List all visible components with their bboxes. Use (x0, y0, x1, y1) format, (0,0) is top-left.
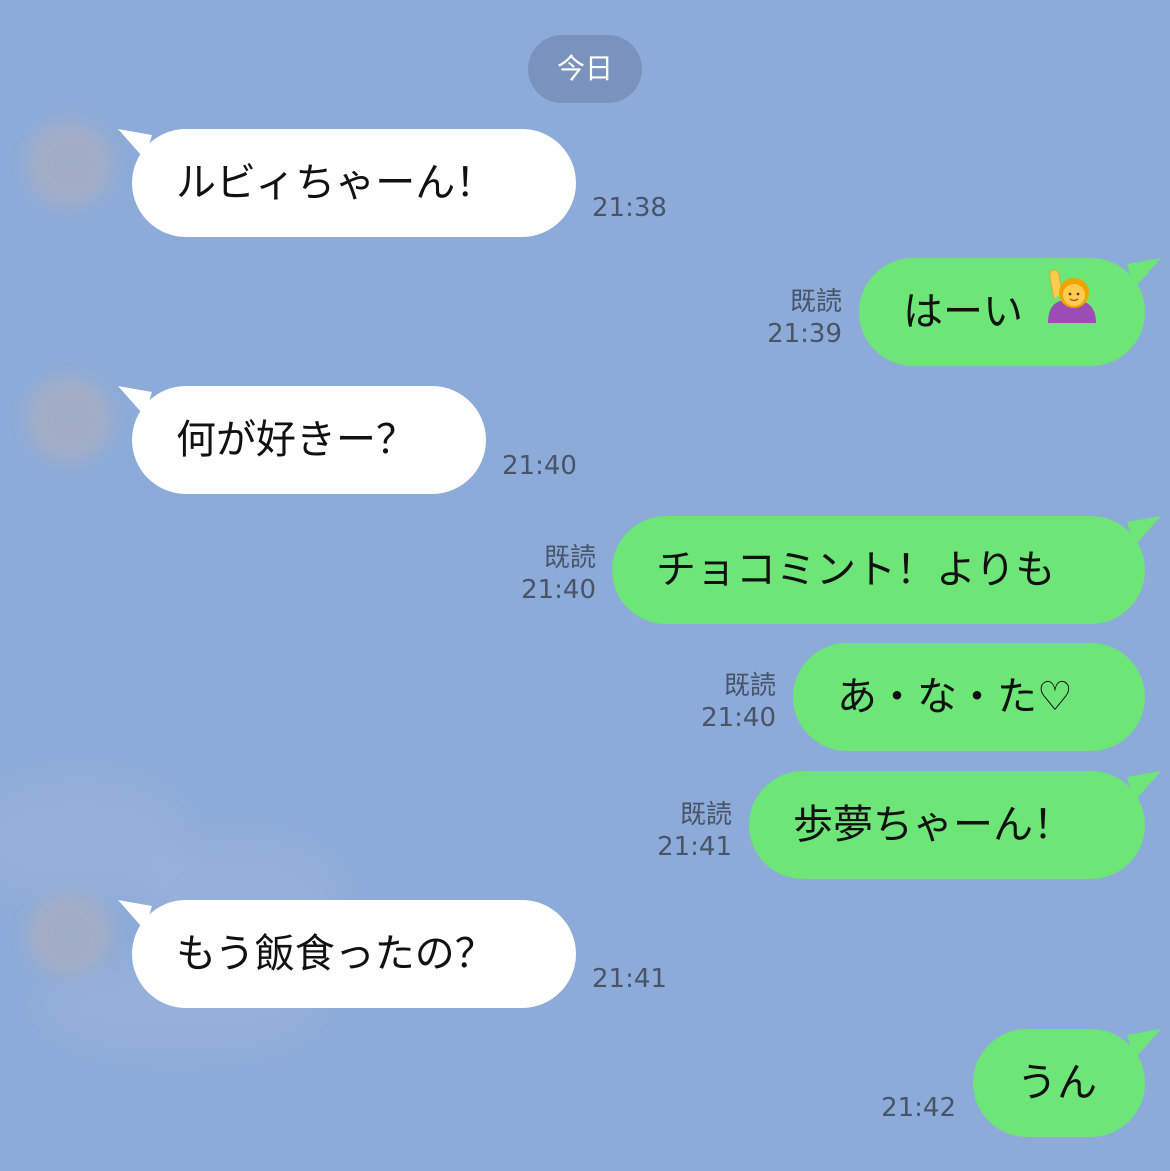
read-receipt: 既読 (543, 543, 596, 573)
message-time: 21:38 (592, 193, 667, 223)
chat-area[interactable]: 今日 ルビィちゃーん！ 21:38 既読 21:39 はーい 何が好きー？ 21… (0, 0, 1170, 1171)
message-text: 何が好きー？ (176, 417, 416, 463)
message-time: 21:39 (767, 319, 842, 349)
bubble-tail (1127, 771, 1161, 801)
read-receipt: 既読 (789, 287, 842, 317)
message-time: 21:42 (881, 1093, 956, 1123)
avatar[interactable] (20, 370, 118, 468)
message-text: チョコミント！よりも (656, 547, 1056, 593)
message-meta: 21:40 (502, 450, 577, 482)
message-bubble-outgoing[interactable]: うん (973, 1029, 1161, 1137)
message-bubble-incoming[interactable]: ルビィちゃーん！ (118, 129, 576, 237)
message-text: 歩夢ちゃーん！ (793, 802, 1073, 848)
bubble-tail (1127, 1029, 1161, 1059)
read-receipt: 既読 (723, 671, 776, 701)
message-time: 21:41 (657, 832, 732, 862)
bubble-tail (118, 386, 152, 416)
bubble-tail (118, 129, 152, 159)
avatar[interactable] (20, 115, 118, 213)
message-bubble-outgoing[interactable]: 歩夢ちゃーん！ (749, 771, 1161, 879)
message-meta: 既読 21:40 (521, 542, 596, 606)
message-time: 21:40 (701, 703, 776, 733)
message-meta: 21:42 (881, 1092, 956, 1124)
message-bubble-incoming[interactable]: もう飯食ったの？ (118, 900, 576, 1008)
message-text: もう飯食ったの？ (176, 931, 495, 977)
avatar[interactable] (20, 885, 118, 983)
message-text: はーい (903, 289, 1023, 335)
date-divider: 今日 (528, 35, 642, 103)
read-receipt: 既読 (679, 800, 732, 830)
bubble-tail (1127, 258, 1161, 288)
message-time: 21:40 (521, 575, 596, 605)
message-bubble-incoming[interactable]: 何が好きー？ (118, 386, 486, 494)
message-time: 21:41 (592, 964, 667, 994)
message-text: ルビィちゃーん！ (176, 160, 496, 206)
message-meta: 21:38 (592, 192, 667, 224)
bubble-tail (1127, 516, 1161, 546)
message-bubble-outgoing[interactable]: はーい (859, 256, 1161, 366)
message-text: うん (1017, 1060, 1097, 1106)
message-bubble-outgoing[interactable]: チョコミント！よりも (612, 516, 1161, 624)
message-text: あ・な・た♡ (837, 674, 1073, 720)
message-time: 21:40 (502, 451, 577, 481)
message-meta: 21:41 (592, 963, 667, 995)
person-raising-hand-icon (1042, 256, 1100, 364)
message-meta: 既読 21:41 (657, 799, 732, 863)
message-meta: 既読 21:40 (701, 670, 776, 734)
message-meta: 既読 21:39 (767, 286, 842, 350)
message-bubble-outgoing[interactable]: あ・な・た♡ (793, 643, 1145, 751)
